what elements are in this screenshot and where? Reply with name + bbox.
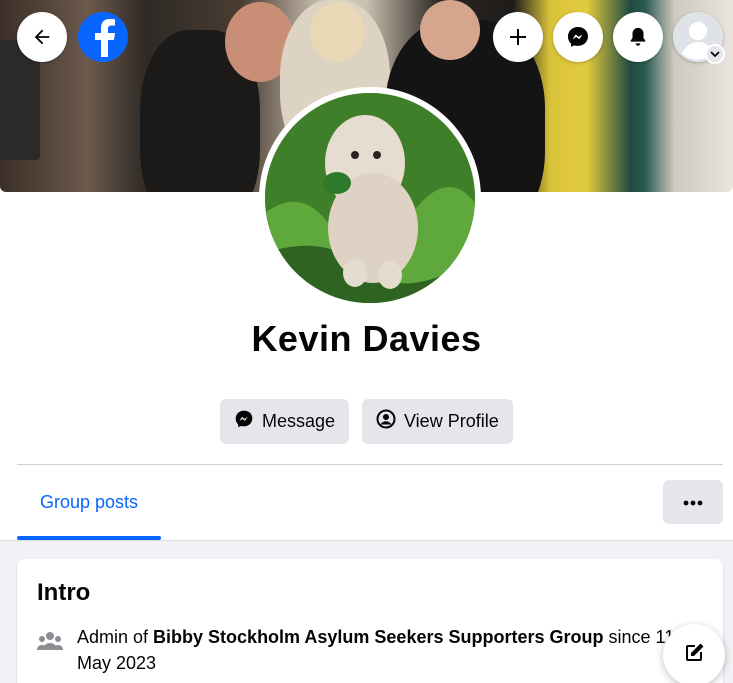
facebook-logo[interactable] (78, 12, 128, 62)
profile-name: Kevin Davies (251, 318, 482, 359)
messenger-button[interactable] (553, 12, 603, 62)
user-circle-icon (376, 409, 396, 434)
facebook-logo-icon (88, 13, 118, 62)
intro-card: Intro Admin of Bibby Stockholm Asylum Se… (17, 559, 723, 683)
message-button-label: Message (262, 411, 336, 431)
message-button[interactable]: Message (220, 399, 350, 444)
more-options-button[interactable] (663, 480, 723, 524)
divider (17, 464, 723, 465)
account-button[interactable] (673, 12, 725, 64)
bell-icon (627, 26, 649, 48)
group-link[interactable]: Bibby Stockholm Asylum Seekers Supporter… (153, 627, 603, 647)
back-button[interactable] (17, 12, 67, 62)
view-profile-button[interactable]: View Profile (362, 399, 513, 444)
messenger-icon (566, 25, 590, 49)
profile-avatar[interactable] (265, 93, 475, 303)
intro-prefix: Admin of (77, 627, 154, 647)
plus-icon (508, 27, 528, 47)
edit-icon (682, 641, 706, 670)
compose-button[interactable] (663, 624, 725, 683)
group-icon (37, 631, 63, 656)
intro-admin-text: Admin of Bibby Stockholm Asylum Seekers … (77, 624, 677, 676)
tab-label: Group posts (39, 492, 139, 512)
view-profile-button-label: View Profile (404, 411, 499, 431)
arrow-left-icon (31, 26, 53, 48)
intro-title: Intro (37, 579, 91, 606)
messenger-icon (234, 409, 254, 434)
tab-group-posts[interactable]: Group posts (17, 482, 161, 540)
more-horizontal-icon (683, 493, 703, 511)
chevron-down-icon (705, 44, 725, 64)
create-button[interactable] (493, 12, 543, 62)
notifications-button[interactable] (613, 12, 663, 62)
